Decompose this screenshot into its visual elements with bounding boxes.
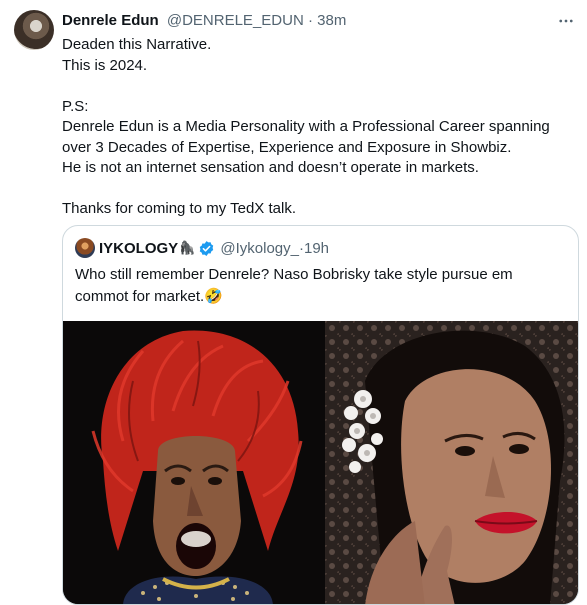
tweet-line: He is not an internet sensation and does…: [62, 159, 479, 176]
photo-left[interactable]: [63, 321, 325, 604]
quoted-tweet[interactable]: IYKOLOGY 🦍 @Iykology_ · 19h Who still re…: [62, 225, 579, 605]
author-name[interactable]: Denrele Edun: [62, 12, 159, 29]
quoted-timestamp[interactable]: 19h: [304, 240, 329, 257]
tweet-body: Deaden this Narrative. This is 2024. P.S…: [62, 35, 572, 220]
tweet-line: This is 2024.: [62, 56, 148, 74]
tweet-header: Denrele Edun @DENRELE_EDUN · 38m: [62, 11, 346, 31]
quoted-author-avatar: [75, 238, 95, 258]
quoted-author-handle[interactable]: @Iykology_: [220, 240, 299, 257]
tweet-line: Denrele Edun is a Media Personality with…: [62, 118, 550, 156]
more-options-button[interactable]: [555, 10, 577, 32]
tweet-line: Deaden this Narrative.: [62, 36, 212, 53]
tweet-line: P.S:: [62, 97, 89, 115]
separator-dot: ·: [307, 12, 313, 29]
quoted-author-name[interactable]: IYKOLOGY: [99, 240, 178, 257]
quoted-name-emoji: 🦍: [179, 240, 196, 255]
quoted-tweet-header: IYKOLOGY 🦍 @Iykology_ · 19h: [75, 238, 329, 258]
quoted-tweet-text: Who still remember Denrele? Naso Bobrisk…: [75, 266, 513, 305]
quoted-media[interactable]: [63, 321, 578, 604]
photo-right[interactable]: [325, 321, 578, 604]
verified-badge-icon: [200, 240, 214, 256]
photo-left-image: [63, 321, 325, 604]
more-icon: [559, 19, 573, 23]
tweet-timestamp[interactable]: 38m: [317, 12, 346, 29]
author-handle[interactable]: @DENRELE_EDUN: [167, 12, 304, 29]
tweet-line: Thanks for coming to my TedX talk.: [62, 200, 296, 217]
author-avatar[interactable]: [14, 10, 54, 50]
photo-right-image: [325, 321, 578, 604]
